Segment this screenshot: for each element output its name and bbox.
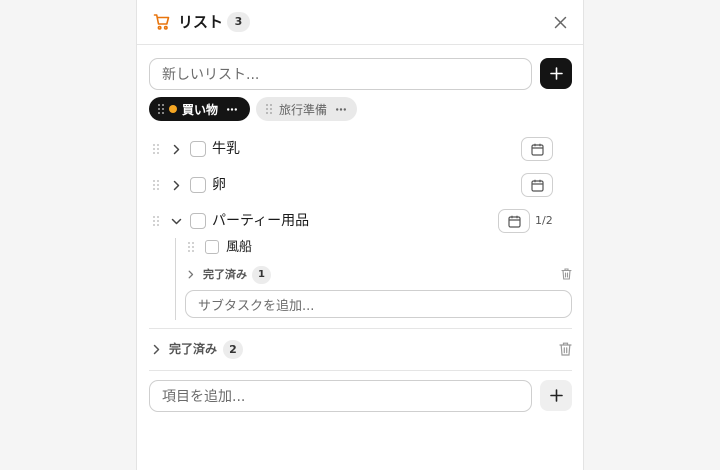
plus-icon xyxy=(549,67,563,80)
due-date-button[interactable] xyxy=(521,137,553,161)
new-list-placeholder: 新しいリスト... xyxy=(162,67,260,83)
due-date-button[interactable] xyxy=(521,173,553,197)
add-item-button[interactable] xyxy=(540,380,572,411)
add-subtask-placeholder: サブタスクを追加... xyxy=(198,298,315,314)
header-divider xyxy=(137,44,583,45)
subtask-completed-label: 完了済み xyxy=(203,268,247,281)
drag-handle-icon xyxy=(153,180,159,190)
chevron-right-icon[interactable] xyxy=(173,144,180,155)
add-list-button[interactable] xyxy=(540,58,572,89)
subtask-label: 風船 xyxy=(226,240,253,255)
more-icon xyxy=(227,107,238,111)
item-checkbox[interactable] xyxy=(190,177,206,193)
close-icon[interactable] xyxy=(554,16,567,29)
list-panel: リスト 3 新しいリスト... 買い物 旅行準備 牛乳 卵 パーティー用品 1/… xyxy=(136,0,584,470)
item-checkbox[interactable] xyxy=(190,213,206,229)
drag-handle-icon xyxy=(158,104,164,114)
section-divider xyxy=(149,370,572,371)
trash-icon[interactable] xyxy=(561,268,572,280)
list-count-badge: 3 xyxy=(227,12,250,32)
list-color-dot xyxy=(169,105,177,113)
chevron-right-icon[interactable] xyxy=(153,344,160,355)
calendar-icon xyxy=(507,215,521,228)
subtask-tree-line xyxy=(175,238,176,320)
item-checkbox[interactable] xyxy=(190,141,206,157)
add-item-input[interactable]: 項目を追加... xyxy=(149,380,532,412)
chevron-down-icon[interactable] xyxy=(171,218,182,225)
drag-handle-icon xyxy=(188,242,194,252)
chevron-right-icon[interactable] xyxy=(173,180,180,191)
calendar-icon xyxy=(530,179,544,192)
list-chip-label: 旅行準備 xyxy=(279,102,328,117)
section-divider xyxy=(149,328,572,329)
page-title: リスト xyxy=(178,13,224,31)
new-list-input[interactable]: 新しいリスト... xyxy=(149,58,532,90)
completed-count: 2 xyxy=(223,340,243,359)
list-chip-travel[interactable]: 旅行準備 xyxy=(256,97,357,121)
drag-handle-icon xyxy=(153,216,159,226)
subtask-checkbox[interactable] xyxy=(205,240,219,254)
plus-icon xyxy=(549,389,563,402)
item-label: 牛乳 xyxy=(212,141,240,157)
trash-icon[interactable] xyxy=(559,342,572,356)
chevron-right-icon[interactable] xyxy=(188,270,194,279)
calendar-icon xyxy=(530,143,544,156)
subtask-completed-count: 1 xyxy=(252,266,271,284)
list-chip-label: 買い物 xyxy=(182,102,219,117)
add-subtask-input[interactable]: サブタスクを追加... xyxy=(185,290,572,318)
drag-handle-icon xyxy=(266,104,272,114)
drag-handle-icon xyxy=(153,144,159,154)
more-icon xyxy=(336,107,347,111)
cart-icon xyxy=(153,13,171,31)
completed-label: 完了済み xyxy=(169,342,218,356)
due-date-button[interactable] xyxy=(498,209,530,233)
item-label: 卵 xyxy=(212,177,226,193)
subtask-progress: 1/2 xyxy=(535,214,553,227)
add-item-placeholder: 項目を追加... xyxy=(162,389,246,405)
list-chip-shopping[interactable]: 買い物 xyxy=(149,97,250,121)
item-label: パーティー用品 xyxy=(212,213,310,229)
